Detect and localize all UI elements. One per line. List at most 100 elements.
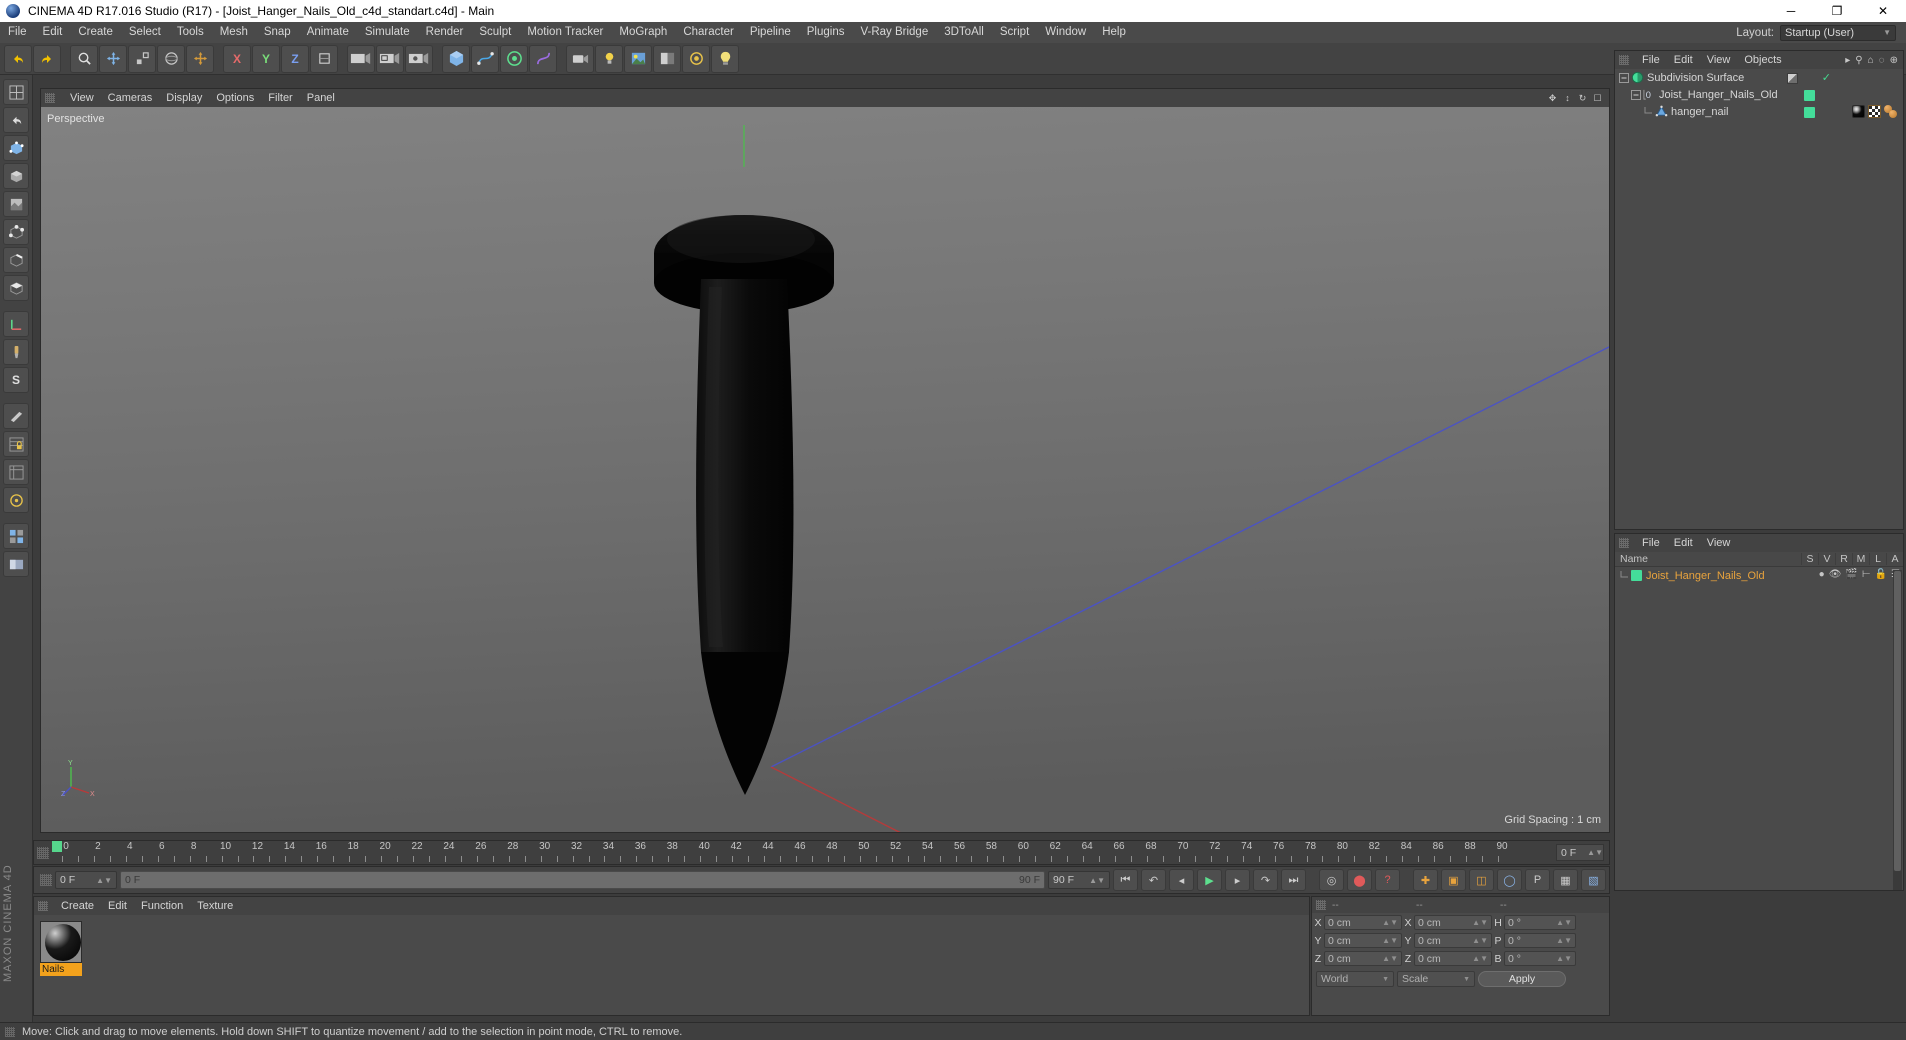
play-button[interactable]: ▶ — [1197, 869, 1222, 891]
material-menu-edit[interactable]: Edit — [101, 897, 134, 915]
spinner-icon[interactable]: ▲▼ — [1472, 936, 1488, 945]
zoom-view-icon[interactable]: ↕ — [1562, 93, 1573, 104]
knife-tool-icon[interactable] — [3, 403, 29, 429]
menu-create[interactable]: Create — [70, 22, 121, 43]
object-row-joist-hanger-nails-old[interactable]: 0 Joist_Hanger_Nails_Old — [1615, 86, 1903, 103]
layout-manager-icon[interactable] — [3, 523, 29, 549]
close-button[interactable]: ✕ — [1860, 0, 1906, 22]
select-tool-button[interactable] — [70, 44, 98, 73]
viewport-layout-icon[interactable] — [3, 79, 29, 105]
object-menu-file[interactable]: File — [1635, 51, 1667, 69]
record-keyframe-button[interactable]: ⬤ — [1347, 869, 1372, 891]
uvw-tag-icon[interactable] — [1868, 105, 1881, 118]
add-generator-button[interactable] — [500, 44, 528, 73]
material-menu-function[interactable]: Function — [134, 897, 190, 915]
position-x-input[interactable]: 0 cm ▲▼ — [1324, 915, 1402, 930]
param-key-button[interactable]: ◯ — [1497, 869, 1522, 891]
rotate-tool-button[interactable] — [157, 44, 185, 73]
menu-file[interactable]: File — [0, 22, 35, 43]
menu-vray-bridge[interactable]: V-Ray Bridge — [852, 22, 936, 43]
panel-grip-icon[interactable] — [1619, 55, 1629, 65]
snap-lock-icon[interactable] — [3, 431, 29, 457]
autokey-button[interactable]: ◎ — [1319, 869, 1344, 891]
timeline-ruler-panel[interactable]: 0 2 4 6 8 10 12 14 16 18 20 22 24 26 28 30 32 34 36 38 40 42 4… — [33, 840, 1610, 865]
axis-y-lock-button[interactable]: Y — [252, 44, 280, 73]
menu-simulate[interactable]: Simulate — [357, 22, 418, 43]
timeline-ruler[interactable]: 0 2 4 6 8 10 12 14 16 18 20 22 24 26 28 30 32 34 36 38 40 42 4… — [52, 840, 1551, 865]
add-deformer-button[interactable] — [529, 44, 557, 73]
minimize-button[interactable]: ─ — [1768, 0, 1814, 22]
add-environment-button[interactable] — [624, 44, 652, 73]
material-list[interactable]: Nails — [34, 915, 1309, 982]
size-y-input[interactable]: 0 cm ▲▼ — [1414, 933, 1492, 948]
viewport-menu-view[interactable]: View — [63, 89, 101, 107]
object-row-subdivision-surface[interactable]: Subdivision Surface ✓ — [1615, 69, 1903, 86]
redo-button[interactable] — [33, 44, 61, 73]
menu-mesh[interactable]: Mesh — [212, 22, 256, 43]
axis-mode-icon[interactable] — [3, 311, 29, 337]
position-key-button[interactable]: ✚ — [1413, 869, 1438, 891]
spinner-icon[interactable]: ▲▼ — [1556, 936, 1572, 945]
viewport-menu-panel[interactable]: Panel — [300, 89, 342, 107]
take-menu-edit[interactable]: Edit — [1667, 534, 1700, 552]
object-menu-edit[interactable]: Edit — [1667, 51, 1700, 69]
panel-grip-icon[interactable] — [38, 901, 48, 911]
go-to-start-button[interactable]: ⏮ — [1113, 869, 1138, 891]
add-camera-button[interactable] — [566, 44, 594, 73]
spinner-icon[interactable]: ▲▼ — [1556, 918, 1572, 927]
end-frame-field[interactable]: 90 F ▲▼ — [1048, 871, 1110, 889]
render-view-button[interactable] — [347, 44, 375, 73]
viewport-menu-display[interactable]: Display — [159, 89, 209, 107]
menu-motion-tracker[interactable]: Motion Tracker — [519, 22, 611, 43]
layer-color-swatch[interactable] — [1631, 570, 1642, 581]
add-scene-light-button[interactable] — [711, 44, 739, 73]
view-toggle-icon[interactable]: 👁 — [1829, 569, 1842, 580]
menu-snap[interactable]: Snap — [256, 22, 299, 43]
panel-grip-icon[interactable] — [1316, 900, 1326, 910]
menu-mograph[interactable]: MoGraph — [611, 22, 675, 43]
panel-grip-icon[interactable] — [5, 1027, 15, 1037]
texture-mode-icon[interactable] — [3, 191, 29, 217]
cursor-tool-button[interactable] — [186, 44, 214, 73]
menu-window[interactable]: Window — [1037, 22, 1094, 43]
timeline-view-button[interactable]: ▧ — [1581, 869, 1606, 891]
material-tag-icon[interactable] — [1852, 105, 1865, 118]
menu-render[interactable]: Render — [418, 22, 472, 43]
material-menu-create[interactable]: Create — [54, 897, 101, 915]
take-row[interactable]: Joist_Hanger_Nails_Old ● 👁 🎬 ⊢ 🔓 ☰ — [1615, 567, 1903, 584]
add-sky-button[interactable] — [653, 44, 681, 73]
add-physical-sky-button[interactable] — [682, 44, 710, 73]
point-mode-icon[interactable] — [3, 219, 29, 245]
brush-tool-icon[interactable] — [3, 339, 29, 365]
search-icon[interactable]: ⚲ — [1855, 55, 1862, 66]
undo-view-icon[interactable] — [3, 107, 29, 133]
new-layer-icon[interactable]: ⊕ — [1890, 55, 1898, 66]
maximize-view-icon[interactable]: ☐ — [1592, 93, 1603, 104]
panel-grip-icon[interactable] — [1619, 538, 1629, 548]
sculpt-tool-icon[interactable]: S — [3, 367, 29, 393]
solo-toggle-icon[interactable]: ● — [1819, 569, 1825, 580]
panel-grip-icon[interactable] — [37, 846, 49, 859]
timeline-frame-field[interactable]: 0 F ▲▼ — [1556, 844, 1604, 861]
menu-edit[interactable]: Edit — [35, 22, 71, 43]
menu-animate[interactable]: Animate — [299, 22, 357, 43]
menu-3dtoall[interactable]: 3DToAll — [936, 22, 992, 43]
model-mode-icon[interactable] — [3, 163, 29, 189]
menu-character[interactable]: Character — [675, 22, 742, 43]
menu-sculpt[interactable]: Sculpt — [471, 22, 519, 43]
panel-grip-icon[interactable] — [45, 93, 55, 103]
render-toggle-icon[interactable]: 🎬 — [1845, 569, 1857, 580]
enable-check-icon[interactable]: ✓ — [1822, 71, 1831, 84]
add-cube-button[interactable] — [442, 44, 470, 73]
menu-script[interactable]: Script — [992, 22, 1037, 43]
menu-tools[interactable]: Tools — [169, 22, 212, 43]
pan-view-icon[interactable]: ✥ — [1547, 93, 1558, 104]
add-spline-button[interactable] — [471, 44, 499, 73]
size-z-input[interactable]: 0 cm ▲▼ — [1414, 951, 1492, 966]
take-manager-scrollbar[interactable] — [1893, 570, 1902, 890]
workplane-icon[interactable] — [3, 459, 29, 485]
rotation-key-button[interactable]: ▣ — [1441, 869, 1466, 891]
material-menu-texture[interactable]: Texture — [190, 897, 240, 915]
layout-dropdown[interactable]: Startup (User) ▼ — [1780, 24, 1896, 41]
object-menu-view[interactable]: View — [1700, 51, 1738, 69]
